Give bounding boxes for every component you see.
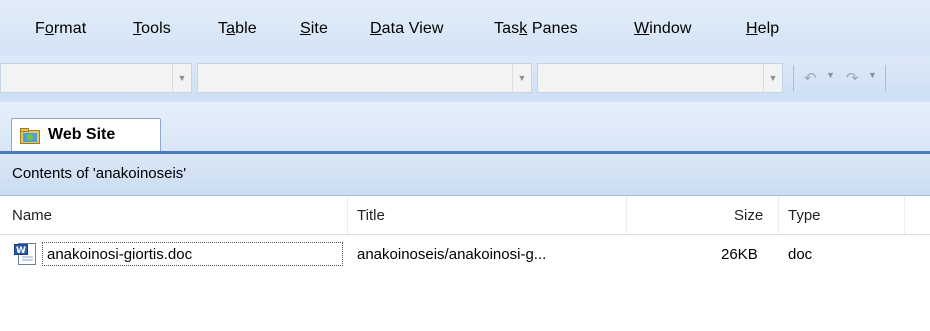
undo-icon[interactable]: ↶: [804, 69, 817, 87]
row-name-cell[interactable]: anakoinosi-giortis.doc: [47, 246, 192, 263]
table-row[interactable]: W anakoinosi-giortis.doc anakoinoseis/an…: [0, 240, 930, 270]
column-header-title[interactable]: Title: [357, 207, 385, 224]
menu-task-panes[interactable]: Task Panes: [494, 20, 578, 38]
folder-globe-icon: [20, 128, 40, 144]
column-header-name[interactable]: Name: [12, 207, 52, 224]
contents-header: Contents of 'anakoinoseis': [0, 154, 930, 196]
menu-data-view[interactable]: Data View: [370, 20, 444, 38]
chevron-down-icon[interactable]: ▼: [172, 64, 191, 92]
menu-window[interactable]: Window: [634, 20, 692, 38]
row-size-cell: 26KB: [721, 246, 758, 263]
tab-web-site-label: Web Site: [48, 126, 116, 143]
column-divider[interactable]: [778, 196, 779, 234]
row-title-cell: anakoinoseis/anakoinosi-g...: [357, 246, 547, 263]
file-list-header: Name Title Size Type: [0, 196, 930, 235]
column-divider[interactable]: [347, 196, 348, 234]
undo-dropdown-icon[interactable]: ▼: [826, 70, 835, 80]
column-divider[interactable]: [904, 196, 905, 234]
menu-table[interactable]: Table: [218, 20, 257, 38]
font-size-combo[interactable]: ▼: [537, 63, 783, 93]
font-combo[interactable]: ▼: [197, 63, 532, 93]
redo-dropdown-icon[interactable]: ▼: [868, 70, 877, 80]
document-tab-strip: Web Site: [0, 102, 930, 152]
svg-text:W: W: [16, 246, 26, 256]
formatting-toolbar: ▼ ▼ ▼ ↶ ▼ ↷ ▼: [0, 56, 930, 103]
row-type-cell: doc: [788, 246, 813, 263]
chevron-down-icon[interactable]: ▼: [512, 64, 531, 92]
column-header-type[interactable]: Type: [788, 207, 821, 224]
menu-format[interactable]: Format: [35, 20, 86, 38]
menu-site[interactable]: Site: [300, 20, 328, 38]
tab-web-site[interactable]: Web Site: [11, 118, 161, 152]
menu-help[interactable]: Help: [746, 20, 779, 38]
style-combo[interactable]: ▼: [0, 63, 192, 93]
menu-tools[interactable]: Tools: [133, 20, 171, 38]
contents-title: Contents of 'anakoinoseis': [12, 165, 187, 182]
chevron-down-icon[interactable]: ▼: [763, 64, 782, 92]
word-document-icon: W: [14, 243, 36, 265]
menu-bar: Format Tools Table Site Data View Task P…: [0, 0, 930, 56]
toolbar-separator: [793, 65, 794, 91]
redo-icon[interactable]: ↷: [846, 69, 859, 87]
toolbar-separator: [885, 65, 886, 91]
column-divider[interactable]: [626, 196, 627, 234]
column-header-size[interactable]: Size: [734, 207, 763, 224]
